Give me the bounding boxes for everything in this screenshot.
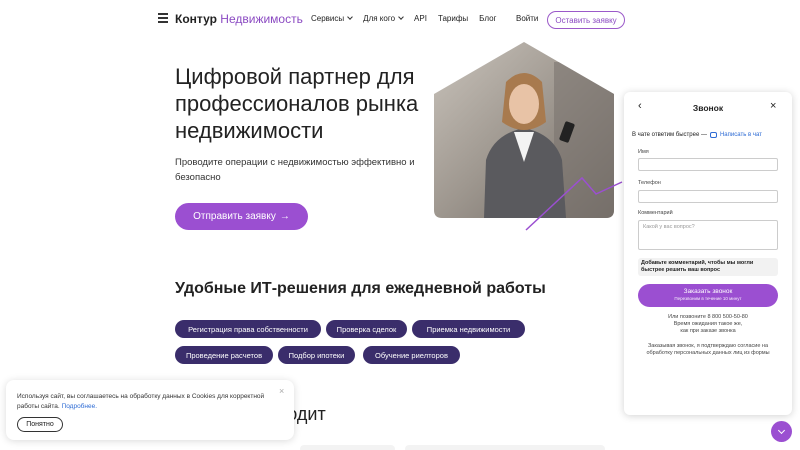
name-label: Имя [638,149,649,155]
logo-brand: Контур [175,12,217,26]
comment-field[interactable]: Какой у вас вопрос? [638,220,778,250]
arrow-right-icon: → [279,211,290,222]
name-field[interactable] [638,158,778,171]
tag-deal-check[interactable]: Проверка сделок [326,320,407,338]
logo[interactable]: Контур Недвижимость [175,12,303,26]
tag-ownership-registration[interactable]: Регистрация права собственности [175,320,321,338]
nav-label: Тарифы [437,14,469,23]
chevron-down-icon [398,14,404,20]
call-panel: ‹ Звонок × В чате ответим быстрее — Напи… [624,92,792,415]
hero-title: Цифровой партнер для профессионалов рынк… [175,64,419,143]
consent-text: Заказывая звонок, я подтверждаю согласие… [646,343,770,356]
phone-line: Или позвоните 8 800 500-50-80 [668,314,748,320]
cookie-accept-button[interactable]: Понятно [17,417,63,432]
comment-hint: Добавьте комментарий, чтобы мы могли быс… [638,258,778,276]
close-icon[interactable]: × [279,386,284,396]
nav-label: Блог [479,14,497,23]
logo-product: Недвижимость [220,12,303,26]
decorative-line [525,176,623,231]
tag-mortgage[interactable]: Подбор ипотеки [278,346,355,364]
close-icon[interactable]: × [770,100,776,112]
nav-item-api[interactable]: API [414,14,427,23]
leave-request-button[interactable]: Оставить заявку [547,11,625,29]
site-header: Контур Недвижимость Сервисы Для кого API… [0,0,800,40]
main-nav: Сервисы Для кого API Тарифы Блог [311,14,496,23]
panel-title: Звонок [692,103,724,113]
cookie-banner: Используя сайт, вы соглашаетесь на обраб… [6,380,294,440]
comment-label: Комментарий [638,210,673,216]
nav-item-for-whom[interactable]: Для кого [363,14,404,23]
cookie-more-link[interactable]: Подробнее. [62,403,98,410]
order-call-button[interactable]: Заказать звонок Перезвоним в течение 10 … [638,284,778,307]
send-request-button[interactable]: Отправить заявку → [175,203,308,230]
chat-prefix: В чате ответим быстрее — [632,132,707,138]
phone-field[interactable] [638,190,778,203]
nav-label: API [414,14,427,23]
order-call-sublabel: Перезвоним в течение 10 минут [674,296,742,301]
menu-icon[interactable] [158,13,168,23]
phone-info: Или позвоните 8 800 500-50-80 Время ожид… [638,314,778,335]
order-call-label: Заказать звонок [683,288,733,295]
wait-line: Время ожидания такое же, [673,321,743,327]
nav-item-pricing[interactable]: Тарифы [438,14,468,23]
solutions-title: Удобные ИТ-решения для ежедневной работы [175,280,546,297]
chat-line: В чате ответим быстрее — Написать в чат [632,132,762,138]
card-peek [300,445,395,450]
collapse-widget-button[interactable] [771,421,792,442]
tag-settlements[interactable]: Проведение расчетов [175,346,273,364]
card-peek [405,445,605,450]
nav-label: Сервисы [311,14,345,23]
phone-label: Телефон [638,180,661,186]
nav-item-blog[interactable]: Блог [479,14,496,23]
cookie-message: Используя сайт, вы соглашаетесь на обраб… [17,393,265,410]
send-request-label: Отправить заявку [193,211,276,222]
chat-link[interactable]: Написать в чат [720,132,762,138]
hero-subtitle: Проводите операции с недвижимостью эффек… [175,157,415,183]
chat-icon [709,132,717,138]
nav-item-services[interactable]: Сервисы [311,14,353,23]
tag-realtor-training[interactable]: Обучение риелторов [363,346,460,364]
chevron-down-icon [347,14,353,20]
chevron-down-icon [777,426,786,434]
wait-line: как при заказе звонка [680,328,736,334]
cookie-text: Используя сайт, вы соглашаетесь на обраб… [17,392,267,412]
tag-property-acceptance[interactable]: Приемка недвижимости [412,320,525,338]
nav-label: Для кого [363,14,396,23]
login-link[interactable]: Войти [516,14,538,23]
